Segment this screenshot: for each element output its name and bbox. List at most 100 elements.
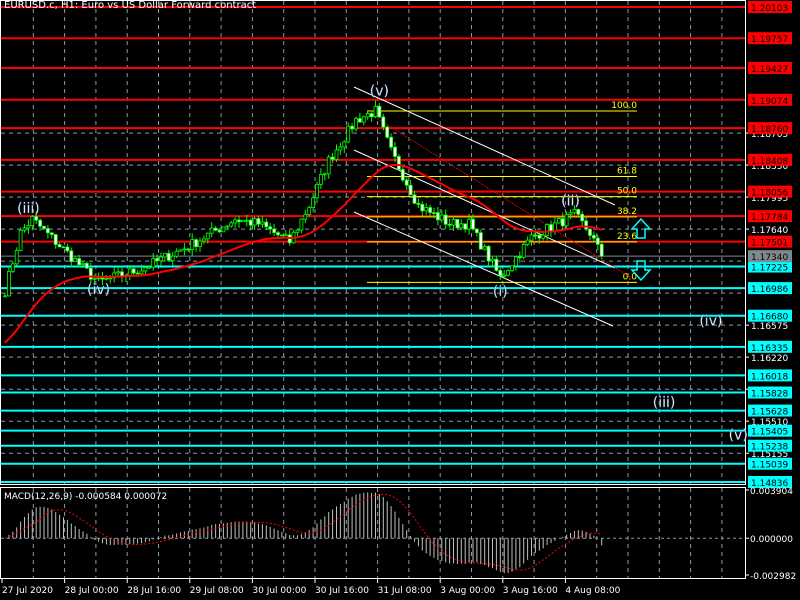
time-axis-label: 3 Aug 00:00 xyxy=(440,586,495,596)
candle-body xyxy=(162,253,167,258)
fib-level-label: 38.2 xyxy=(617,207,637,217)
candle-body xyxy=(170,255,175,261)
candle-body xyxy=(151,258,156,268)
candle-body xyxy=(506,270,511,276)
candle-body xyxy=(459,223,464,229)
candle-body xyxy=(342,141,347,148)
time-axis-label: 4 Aug 08:00 xyxy=(565,586,620,596)
support-price-label: 1.15628 xyxy=(751,408,788,418)
candle-body xyxy=(198,240,202,247)
wave-label: (iv) xyxy=(699,314,722,330)
candle-body xyxy=(334,149,339,160)
candle-body xyxy=(432,212,436,214)
candle-body xyxy=(560,218,565,227)
candle-body xyxy=(116,271,120,274)
candle-body xyxy=(240,219,245,223)
candle-body xyxy=(385,126,390,138)
trend-line xyxy=(366,111,631,278)
support-price-label: 1.15828 xyxy=(751,390,788,400)
candle-body xyxy=(81,262,85,266)
candle-body xyxy=(396,156,401,170)
candle-body xyxy=(533,234,538,237)
macd-label: MACD(12,26,9) -0.000584 0.000072 xyxy=(4,492,167,502)
candle-body xyxy=(264,221,269,228)
resistance-price-label: 1.17784 xyxy=(751,213,788,223)
time-axis-label: 30 Jul 00:00 xyxy=(252,586,306,596)
support-price-label: 1.16680 xyxy=(751,313,788,323)
price-axis-label: 1.16220 xyxy=(751,354,788,364)
candle-body xyxy=(38,219,42,227)
macd-axis-label: 0.003904 xyxy=(750,487,793,497)
candle-body xyxy=(529,234,534,241)
time-axis-label: 28 Jul 00:00 xyxy=(65,586,119,596)
candle-body xyxy=(127,268,132,276)
candle-body xyxy=(225,225,230,228)
candle-body xyxy=(311,197,316,208)
candle-body xyxy=(299,218,304,231)
candle-body xyxy=(77,258,81,266)
candle-body xyxy=(502,274,507,277)
candle-body xyxy=(490,258,495,262)
candle-body xyxy=(174,250,179,257)
candle-body xyxy=(443,214,448,225)
candle-body xyxy=(237,219,241,223)
candle-body xyxy=(439,214,444,221)
candle-body xyxy=(260,221,265,225)
candle-body xyxy=(424,207,429,212)
candle-body xyxy=(393,146,397,157)
price-chart[interactable]: 1.187051.183501.179951.176401.165751.162… xyxy=(0,0,800,600)
candle-body xyxy=(584,220,588,230)
candle-body xyxy=(155,258,160,262)
resistance-price-label: 1.18056 xyxy=(751,189,788,199)
price-axis-label: 1.17640 xyxy=(751,226,788,236)
candle-body xyxy=(338,146,343,151)
candle-body xyxy=(92,278,97,280)
candle-body xyxy=(580,213,585,222)
candle-body xyxy=(248,219,253,226)
candle-body xyxy=(73,258,78,263)
wave-label: (iii) xyxy=(17,201,40,217)
candle-body xyxy=(213,227,218,231)
candle-body xyxy=(159,256,163,262)
candle-body xyxy=(463,223,468,230)
wave-label: (v) xyxy=(729,427,748,443)
candle-body xyxy=(221,226,226,233)
candle-body xyxy=(322,173,327,176)
chart-title: EURUSD.c, H1: Euro vs US Dollar Forward … xyxy=(4,0,257,11)
candle-body xyxy=(408,184,413,196)
candle-body xyxy=(276,232,280,236)
candle-body xyxy=(549,224,553,232)
candle-body xyxy=(588,228,592,236)
candle-body xyxy=(10,263,15,272)
candle-body xyxy=(256,218,261,225)
wave-label: (ii) xyxy=(561,194,580,210)
candle-body xyxy=(357,118,362,123)
candle-body xyxy=(279,234,284,237)
candle-body xyxy=(14,249,19,265)
candle-body xyxy=(525,239,530,245)
resistance-price-label: 1.19074 xyxy=(751,97,788,107)
candle-body xyxy=(46,228,50,234)
candle-body xyxy=(7,271,11,297)
support-price-label: 1.16018 xyxy=(751,372,788,382)
candle-body xyxy=(556,218,561,224)
candle-body xyxy=(517,256,522,259)
candle-body xyxy=(22,227,27,231)
support-price-label: 1.15238 xyxy=(751,443,788,453)
candle-body xyxy=(104,277,109,280)
support-price-label: 1.17225 xyxy=(751,264,788,274)
candle-body xyxy=(537,234,542,239)
time-axis-label: 29 Jul 08:00 xyxy=(190,586,244,596)
time-axis-label: 3 Aug 16:00 xyxy=(503,586,558,596)
candle-body xyxy=(455,219,460,229)
candle-body xyxy=(361,116,366,123)
support-price-label: 1.15405 xyxy=(751,428,788,438)
candle-body xyxy=(494,258,499,271)
candle-body xyxy=(428,207,433,213)
candle-body xyxy=(478,232,483,250)
candle-body xyxy=(229,222,234,227)
candle-body xyxy=(346,125,351,143)
candle-body xyxy=(451,219,456,226)
candle-body xyxy=(482,246,487,250)
candle-body xyxy=(205,232,210,240)
